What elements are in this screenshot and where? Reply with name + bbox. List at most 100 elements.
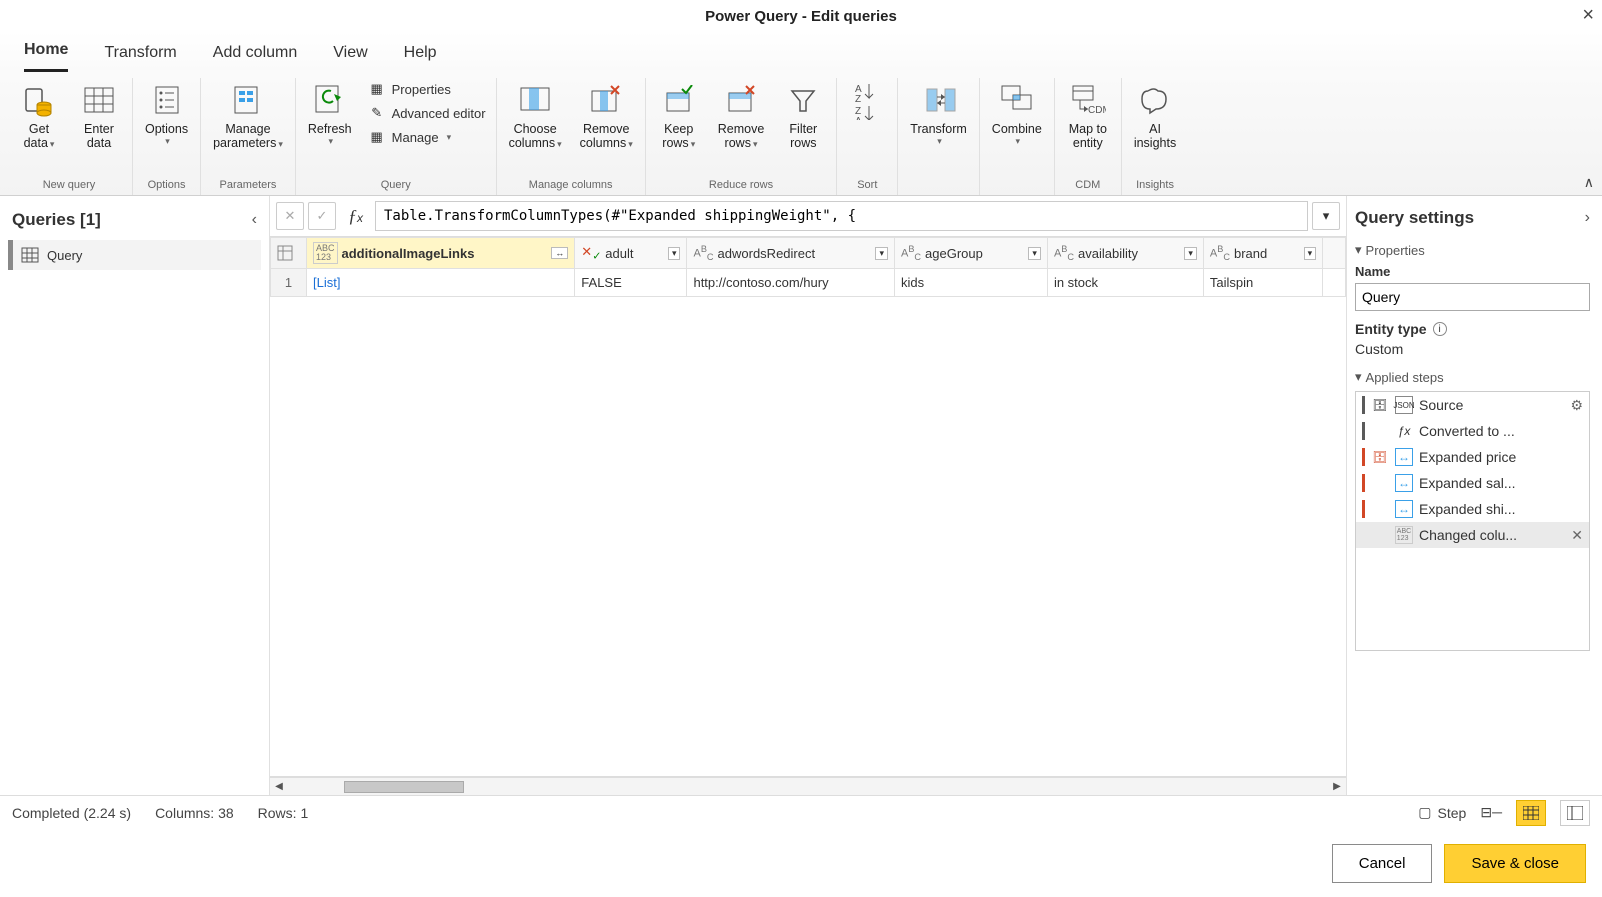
- select-all-button[interactable]: [271, 238, 307, 269]
- data-grid[interactable]: ABC123additionalImageLinks↔ ✕✓adult▾ ABC…: [270, 236, 1346, 777]
- remove-rows-button[interactable]: Removerows▾: [712, 78, 771, 155]
- expand-icon: ↔: [1395, 474, 1413, 492]
- cell[interactable]: in stock: [1047, 269, 1203, 297]
- type-text-icon: ABC: [1054, 244, 1074, 262]
- step-item[interactable]: ↔Expanded sal...: [1356, 470, 1589, 496]
- transform-button[interactable]: Transform▾: [904, 78, 973, 151]
- keep-rows-button[interactable]: Keeprows▾: [652, 78, 706, 155]
- column-header[interactable]: ✕✓adult▾: [575, 238, 687, 269]
- filter-rows-button[interactable]: Filterrows: [776, 78, 830, 155]
- ribbon: Getdata▾ Enterdata New query Options▾ Op…: [0, 72, 1602, 196]
- map-to-entity-button[interactable]: CDM Map toentity: [1061, 78, 1115, 155]
- cancel-formula-button[interactable]: ✕: [276, 202, 304, 230]
- save-close-button[interactable]: Save & close: [1444, 844, 1586, 883]
- options-button[interactable]: Options▾: [139, 78, 194, 151]
- type-any-icon: ABC123: [1395, 526, 1413, 544]
- entity-type-label: Entity type: [1355, 321, 1427, 337]
- expand-icon: ↔: [1395, 448, 1413, 466]
- db-icon: 🗄: [1371, 448, 1389, 466]
- remove-columns-button[interactable]: Removecolumns▾: [574, 78, 639, 155]
- accept-formula-button[interactable]: ✓: [308, 202, 336, 230]
- fx-icon[interactable]: ƒx: [340, 206, 371, 227]
- manage-button[interactable]: ▦Manage ▾: [364, 126, 490, 148]
- collapse-settings-icon[interactable]: ›: [1585, 209, 1590, 227]
- column-header[interactable]: ABCadwordsRedirect▾: [687, 238, 895, 269]
- refresh-button[interactable]: Refresh▾: [302, 78, 358, 151]
- expand-icon[interactable]: ↔: [551, 247, 568, 259]
- ai-insights-button[interactable]: AIinsights: [1128, 78, 1182, 155]
- properties-icon: ▦: [368, 80, 386, 98]
- column-header[interactable]: ABC123additionalImageLinks↔: [307, 238, 575, 269]
- query-name-input[interactable]: [1355, 283, 1590, 311]
- collapse-queries-icon[interactable]: ‹: [252, 211, 257, 229]
- horizontal-scrollbar[interactable]: ◀ ▶: [270, 777, 1346, 795]
- settings-heading: Query settings: [1355, 208, 1474, 228]
- cancel-button[interactable]: Cancel: [1332, 844, 1433, 883]
- step-item[interactable]: 🗄JSONSource⚙: [1356, 392, 1589, 418]
- combine-button[interactable]: Combine▾: [986, 78, 1048, 151]
- tab-transform[interactable]: Transform: [104, 38, 176, 72]
- filter-dropdown-icon[interactable]: ▾: [1184, 247, 1197, 260]
- chevron-down-icon: ▾: [165, 136, 170, 146]
- scrollbar-thumb[interactable]: [344, 781, 464, 793]
- scroll-left-icon[interactable]: ◀: [270, 781, 288, 792]
- column-header[interactable]: ABCageGroup▾: [894, 238, 1047, 269]
- filter-dropdown-icon[interactable]: ▾: [875, 247, 888, 260]
- cell[interactable]: [1323, 269, 1346, 297]
- entity-type-value: Custom: [1355, 341, 1590, 357]
- chevron-down-icon: ▾: [557, 139, 562, 149]
- parameters-icon: [230, 82, 266, 118]
- info-icon[interactable]: i: [1433, 322, 1447, 336]
- column-header[interactable]: [1323, 238, 1346, 269]
- cell[interactable]: [List]: [307, 269, 575, 297]
- schema-view-button[interactable]: [1560, 800, 1590, 826]
- advanced-editor-button[interactable]: ✎Advanced editor: [364, 102, 490, 124]
- list-icon: [149, 82, 185, 118]
- choose-columns-button[interactable]: Choosecolumns▾: [503, 78, 568, 155]
- query-settings-pane: Query settings › ▾Properties Name Entity…: [1346, 196, 1602, 795]
- close-icon[interactable]: ×: [1582, 4, 1594, 27]
- filter-dropdown-icon[interactable]: ▾: [1304, 247, 1317, 260]
- formula-dropdown-button[interactable]: ▾: [1312, 202, 1340, 230]
- grid-view-button[interactable]: [1516, 800, 1546, 826]
- status-bar: Completed (2.24 s) Columns: 38 Rows: 1 ▢…: [0, 795, 1602, 829]
- delete-step-icon[interactable]: ✕: [1571, 527, 1583, 544]
- sort-button[interactable]: AZZA: [843, 78, 891, 122]
- filter-dropdown-icon[interactable]: ▾: [668, 247, 681, 260]
- center-pane: ✕ ✓ ƒx ▾ ABC123additionalImageLinks↔ ✕✓a…: [270, 196, 1346, 795]
- formula-input[interactable]: [375, 201, 1308, 231]
- queries-heading: Queries [1]: [12, 210, 101, 230]
- collapse-ribbon-icon[interactable]: ∧: [1584, 174, 1594, 191]
- tab-home[interactable]: Home: [24, 35, 68, 72]
- gear-icon[interactable]: ⚙: [1570, 397, 1583, 414]
- tab-add-column[interactable]: Add column: [213, 38, 298, 72]
- step-item[interactable]: ƒxConverted to ...: [1356, 418, 1589, 444]
- applied-steps-list: 🗄JSONSource⚙ ƒxConverted to ... 🗄 ↔Expand…: [1355, 391, 1590, 651]
- applied-steps-toggle[interactable]: ▾Applied steps: [1355, 369, 1590, 385]
- column-header[interactable]: ABCavailability▾: [1047, 238, 1203, 269]
- get-data-button[interactable]: Getdata▾: [12, 78, 66, 155]
- column-header[interactable]: ABCbrand▾: [1203, 238, 1322, 269]
- step-item[interactable]: ↔Expanded shi...: [1356, 496, 1589, 522]
- scroll-right-icon[interactable]: ▶: [1328, 781, 1346, 792]
- diagram-view-icon[interactable]: ⊟─: [1480, 804, 1502, 821]
- properties-button[interactable]: ▦Properties: [364, 78, 490, 100]
- manage-parameters-button[interactable]: Manageparameters▾: [207, 78, 289, 155]
- cell[interactable]: kids: [894, 269, 1047, 297]
- table-row[interactable]: 1 [List] FALSE http://contoso.com/hury k…: [271, 269, 1346, 297]
- cell[interactable]: http://contoso.com/hury: [687, 269, 895, 297]
- properties-section-toggle[interactable]: ▾Properties: [1355, 242, 1590, 258]
- step-item[interactable]: 🗄↔Expanded price: [1356, 444, 1589, 470]
- tab-help[interactable]: Help: [404, 38, 437, 72]
- enter-data-button[interactable]: Enterdata: [72, 78, 126, 155]
- tab-view[interactable]: View: [333, 38, 367, 72]
- step-item[interactable]: ABC123Changed colu...✕: [1356, 522, 1589, 548]
- filter-dropdown-icon[interactable]: ▾: [1028, 247, 1041, 260]
- query-item[interactable]: Query: [8, 240, 261, 270]
- group-label: New query: [43, 177, 96, 195]
- chevron-down-icon: ▾: [1016, 136, 1021, 146]
- dialog-footer: Cancel Save & close: [0, 829, 1602, 897]
- status-completed: Completed (2.24 s): [12, 805, 131, 821]
- cell[interactable]: Tailspin: [1203, 269, 1322, 297]
- cell[interactable]: FALSE: [575, 269, 687, 297]
